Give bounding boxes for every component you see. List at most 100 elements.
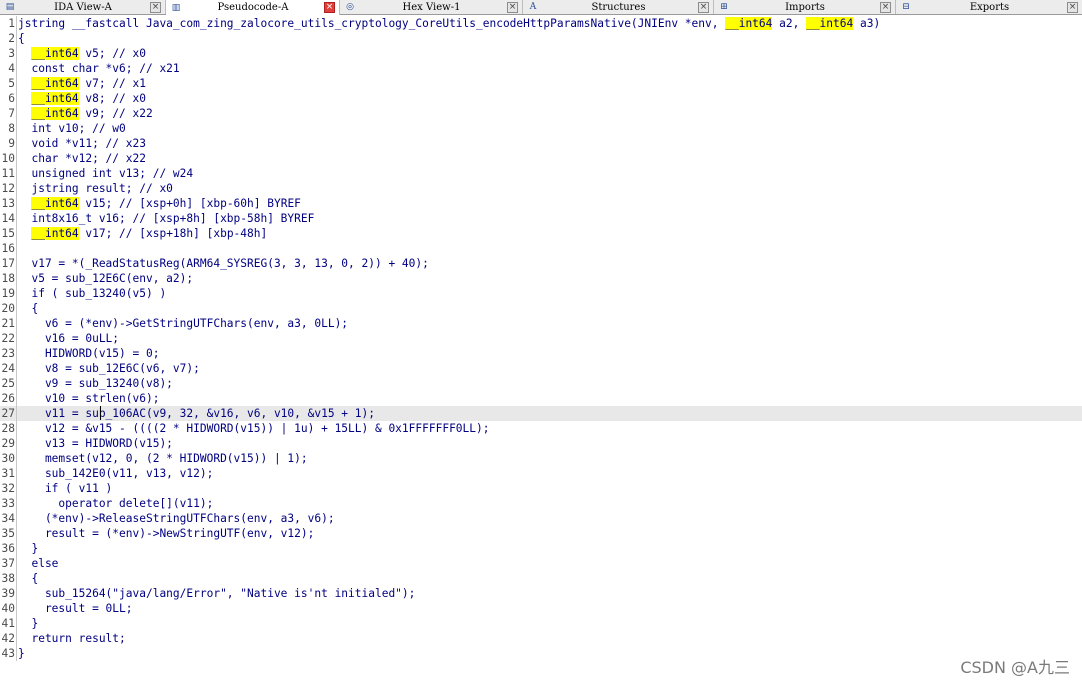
code-line[interactable]: 39 sub_15264("java/lang/Error", "Native … xyxy=(0,586,1082,601)
close-icon[interactable]: × xyxy=(1067,1,1078,13)
code-line[interactable]: 42 return result; xyxy=(0,631,1082,646)
code-text[interactable]: sub_15264("java/lang/Error", "Native is'… xyxy=(18,586,415,601)
code-line[interactable]: 18 v5 = sub_12E6C(env, a2); xyxy=(0,271,1082,286)
code-line[interactable]: 30 memset(v12, 0, (2 * HIDWORD(v15)) | 1… xyxy=(0,451,1082,466)
code-line[interactable]: 9 void *v11; // x23 xyxy=(0,136,1082,151)
code-line[interactable]: 27 v11 = sub_106AC(v9, 32, &v16, v6, v10… xyxy=(0,406,1082,421)
code-line[interactable]: 3 __int64 v5; // x0 xyxy=(0,46,1082,61)
code-text[interactable]: v13 = HIDWORD(v15); xyxy=(18,436,173,451)
code-line[interactable]: 12 jstring result; // x0 xyxy=(0,181,1082,196)
tab-exports[interactable]: ⊟ Exports × xyxy=(896,0,1082,14)
code-text[interactable]: v6 = (*env)->GetStringUTFChars(env, a3, … xyxy=(18,316,348,331)
code-text[interactable]: v17 = *(_ReadStatusReg(ARM64_SYSREG(3, 3… xyxy=(18,256,428,271)
code-line[interactable]: 24 v8 = sub_12E6C(v6, v7); xyxy=(0,361,1082,376)
code-text[interactable]: v8 = sub_12E6C(v6, v7); xyxy=(18,361,200,376)
code-text[interactable]: else xyxy=(18,556,58,571)
code-line[interactable]: 22 v16 = 0uLL; xyxy=(0,331,1082,346)
code-text[interactable]: if ( sub_13240(v5) ) xyxy=(18,286,166,301)
code-text[interactable]: HIDWORD(v15) = 0; xyxy=(18,346,160,361)
code-line[interactable]: 43} xyxy=(0,646,1082,661)
code-line[interactable]: 6 __int64 v8; // x0 xyxy=(0,91,1082,106)
code-text[interactable]: if ( v11 ) xyxy=(18,481,112,496)
line-number: 42 xyxy=(1,632,15,645)
code-text[interactable]: void *v11; // x23 xyxy=(18,136,146,151)
code-line[interactable]: 32 if ( v11 ) xyxy=(0,481,1082,496)
code-line[interactable]: 15 __int64 v17; // [xsp+18h] [xbp-48h] xyxy=(0,226,1082,241)
code-text[interactable]: result = 0LL; xyxy=(18,601,133,616)
code-line[interactable]: 5 __int64 v7; // x1 xyxy=(0,76,1082,91)
close-icon[interactable]: × xyxy=(150,1,161,13)
code-text[interactable]: } xyxy=(18,646,25,661)
code-line[interactable]: 40 result = 0LL; xyxy=(0,601,1082,616)
code-text[interactable]: __int64 v7; // x1 xyxy=(18,76,146,91)
code-line[interactable]: 8 int v10; // w0 xyxy=(0,121,1082,136)
code-text[interactable]: __int64 v8; // x0 xyxy=(18,91,146,106)
code-text[interactable]: v5 = sub_12E6C(env, a2); xyxy=(18,271,193,286)
code-line[interactable]: 2{ xyxy=(0,31,1082,46)
code-text[interactable]: } xyxy=(18,616,38,631)
code-text[interactable]: __int64 v15; // [xsp+0h] [xbp-60h] BYREF xyxy=(18,196,301,211)
keyword-highlight: __int64 xyxy=(31,197,79,210)
close-icon[interactable]: × xyxy=(324,2,335,13)
code-text[interactable]: v16 = 0uLL; xyxy=(18,331,119,346)
code-text[interactable]: __int64 v5; // x0 xyxy=(18,46,146,61)
code-line[interactable]: 25 v9 = sub_13240(v8); xyxy=(0,376,1082,391)
code-line[interactable]: 28 v12 = &v15 - ((((2 * HIDWORD(v15)) | … xyxy=(0,421,1082,436)
pseudocode-view[interactable]: 1 jstring __fastcall Java_com_zing_zaloco… xyxy=(0,16,1082,661)
close-icon[interactable]: × xyxy=(507,1,518,13)
code-line[interactable]: 16 xyxy=(0,241,1082,256)
code-line[interactable]: 33 operator delete[](v11); xyxy=(0,496,1082,511)
code-text[interactable]: sub_142E0(v11, v13, v12); xyxy=(18,466,213,481)
code-text[interactable]: { xyxy=(18,571,38,586)
tab-imports[interactable]: ⊞ Imports × xyxy=(714,0,896,14)
code-text[interactable]: __int64 v9; // x22 xyxy=(18,106,153,121)
code-line[interactable]: 29 v13 = HIDWORD(v15); xyxy=(0,436,1082,451)
code-line[interactable]: 23 HIDWORD(v15) = 0; xyxy=(0,346,1082,361)
code-text[interactable]: { xyxy=(18,31,25,46)
tab-ida-view-a[interactable]: ▤ IDA View-A × xyxy=(0,0,166,14)
code-text[interactable]: v11 = sub_106AC(v9, 32, &v16, v6, v10, &… xyxy=(18,406,375,421)
code-text[interactable]: int8x16_t v16; // [xsp+8h] [xbp-58h] BYR… xyxy=(18,211,314,226)
code-text[interactable]: __int64 v17; // [xsp+18h] [xbp-48h] xyxy=(18,226,267,241)
code-line[interactable]: 17 v17 = *(_ReadStatusReg(ARM64_SYSREG(3… xyxy=(0,256,1082,271)
code-line[interactable]: 7 __int64 v9; // x22 xyxy=(0,106,1082,121)
code-text[interactable]: const char *v6; // x21 xyxy=(18,61,179,76)
code-text[interactable]: v12 = &v15 - ((((2 * HIDWORD(v15)) | 1u)… xyxy=(18,421,490,436)
close-icon[interactable]: × xyxy=(880,1,891,13)
code-text[interactable]: operator delete[](v11); xyxy=(18,496,213,511)
code-text[interactable]: result = (*env)->NewStringUTF(env, v12); xyxy=(18,526,314,541)
code-text[interactable]: (*env)->ReleaseStringUTFChars(env, a3, v… xyxy=(18,511,335,526)
code-line[interactable]: 37 else xyxy=(0,556,1082,571)
code-text[interactable]: char *v12; // x22 xyxy=(18,151,146,166)
tab-structures[interactable]: A Structures × xyxy=(523,0,714,14)
code-line[interactable]: 26 v10 = strlen(v6); xyxy=(0,391,1082,406)
tab-pseudocode-a[interactable]: ▥ Pseudocode-A × xyxy=(166,0,340,15)
code-line[interactable]: 41 } xyxy=(0,616,1082,631)
code-line[interactable]: 21 v6 = (*env)->GetStringUTFChars(env, a… xyxy=(0,316,1082,331)
code-line[interactable]: 35 result = (*env)->NewStringUTF(env, v1… xyxy=(0,526,1082,541)
code-line[interactable]: 38 { xyxy=(0,571,1082,586)
code-text[interactable]: unsigned int v13; // w24 xyxy=(18,166,193,181)
code-line[interactable]: 19 if ( sub_13240(v5) ) xyxy=(0,286,1082,301)
code-text[interactable]: v10 = strlen(v6); xyxy=(18,391,160,406)
code-line[interactable]: 31 sub_142E0(v11, v13, v12); xyxy=(0,466,1082,481)
code-line[interactable]: 1 jstring __fastcall Java_com_zing_zaloco… xyxy=(0,16,1082,31)
code-text[interactable]: int v10; // w0 xyxy=(18,121,125,136)
code-line[interactable]: 36 } xyxy=(0,541,1082,556)
code-line[interactable]: 34 (*env)->ReleaseStringUTFChars(env, a3… xyxy=(0,511,1082,526)
code-text[interactable]: v9 = sub_13240(v8); xyxy=(18,376,173,391)
code-line[interactable]: 14 int8x16_t v16; // [xsp+8h] [xbp-58h] … xyxy=(0,211,1082,226)
code-text[interactable]: } xyxy=(18,541,38,556)
code-text[interactable]: jstring __fastcall Java_com_zing_zalocor… xyxy=(18,16,880,31)
code-text[interactable]: jstring result; // x0 xyxy=(18,181,172,196)
code-text[interactable]: return result; xyxy=(18,631,125,646)
code-text[interactable]: memset(v12, 0, (2 * HIDWORD(v15)) | 1); xyxy=(18,451,308,466)
code-line[interactable]: 4 const char *v6; // x21 xyxy=(0,61,1082,76)
code-line[interactable]: 11 unsigned int v13; // w24 xyxy=(0,166,1082,181)
tab-hex-view-1[interactable]: ◎ Hex View-1 × xyxy=(340,0,523,14)
code-line[interactable]: 13 __int64 v15; // [xsp+0h] [xbp-60h] BY… xyxy=(0,196,1082,211)
code-text[interactable]: { xyxy=(18,301,38,316)
code-line[interactable]: 20 { xyxy=(0,301,1082,316)
close-icon[interactable]: × xyxy=(698,1,709,13)
code-line[interactable]: 10 char *v12; // x22 xyxy=(0,151,1082,166)
